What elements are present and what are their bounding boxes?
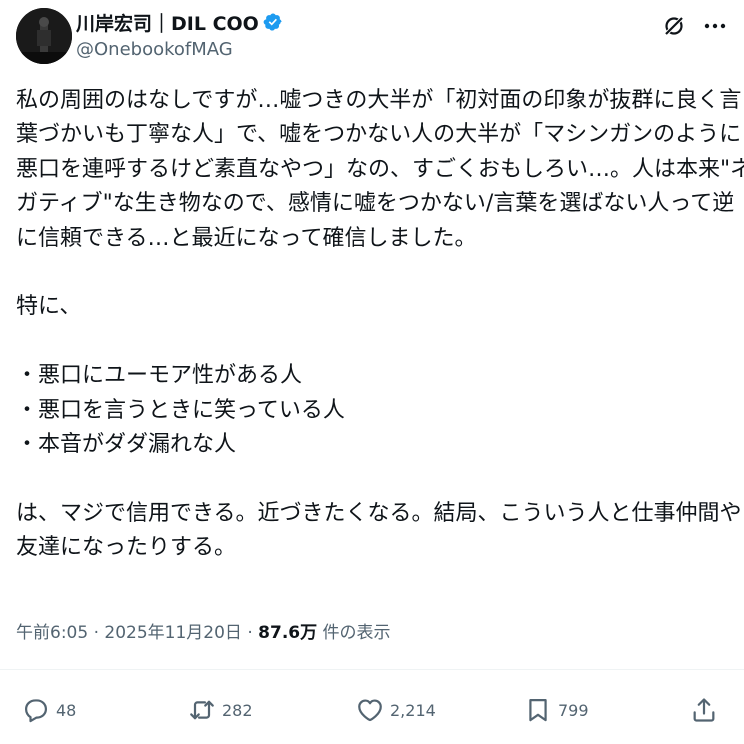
share-icon [690,696,718,724]
post-header: 川岸宏司｜DIL COO @OnebookofMAG [16,8,728,68]
meta-separator-dot: · [93,623,99,643]
post-line: 特に、 [16,294,82,320]
verified-badge-icon[interactable] [263,12,283,32]
reply-count: 48 [56,700,77,720]
post-time[interactable]: 午前6:05 [16,623,88,643]
author-display-name[interactable]: 川岸宏司｜DIL COO [76,9,259,36]
bookmark-icon [524,696,552,724]
like-count: 2,214 [390,700,436,720]
repost-button[interactable]: 282 [188,690,253,730]
divider [0,669,744,670]
reply-icon [22,696,50,724]
like-button[interactable]: 2,214 [356,690,436,730]
author-name-row[interactable]: 川岸宏司｜DIL COO [76,8,283,36]
avatar-image [16,8,72,64]
post-line-blank [16,462,728,496]
post-list-item: ・本音がダダ漏れな人 [16,432,237,458]
share-button[interactable] [690,690,718,730]
like-icon [356,696,384,724]
bookmark-button[interactable]: 799 [524,690,589,730]
meta-separator-dot: · [247,623,253,643]
views-count[interactable]: 87.6万 [258,623,317,643]
post-line: 私の周囲のはなしですが…嘘つきの大半が「初対面の印象が抜群に良く言 [16,88,742,113]
repost-icon [188,696,216,724]
author-handle[interactable]: @OnebookofMAG [76,36,283,64]
views-label: 件の表示 [322,623,391,643]
post-list-item: ・悪口にユーモア性がある人 [16,363,303,389]
post-list-item: ・悪口を言うときに笑っている人 [16,397,345,423]
grok-icon[interactable] [662,14,686,38]
post-line: に信頼できる…と最近になって確信しました。 [16,225,477,251]
post-meta: 午前6:05 · 2025年11月20日 · 87.6万 件の表示 [16,620,391,646]
action-bar: 48 282 2,214 799 [0,690,744,730]
post-line: 友達になったりする。 [16,535,237,561]
post-line: 悪口を連呼するけど素直なやつ」なの、すごくおもしろい…。人は本来"ネ [16,156,744,182]
post-line: ガティブ"な生き物なので、感情に嘘をつかない/言葉を選ばない人って逆 [16,191,735,217]
post-line: 葉づかいも丁寧な人」で、嘘をつかない人の大半が「マシンガンのように [16,122,742,148]
post-line: は、マジで信用できる。近づきたくなる。結局、こういう人と仕事仲間や [16,500,742,526]
post-text: 私の周囲のはなしですが…嘘つきの大半が「初対面の印象が抜群に良く言 葉づかいも丁… [16,84,744,566]
avatar[interactable] [16,8,72,64]
post-line-blank [16,256,728,290]
post-line-blank [16,325,728,359]
bookmark-count: 799 [558,700,589,720]
post-date[interactable]: 2025年11月20日 [104,623,242,643]
repost-count: 282 [222,700,253,720]
author-info: 川岸宏司｜DIL COO @OnebookofMAG [76,8,283,64]
more-icon[interactable] [702,14,728,38]
reply-button[interactable]: 48 [22,690,76,730]
